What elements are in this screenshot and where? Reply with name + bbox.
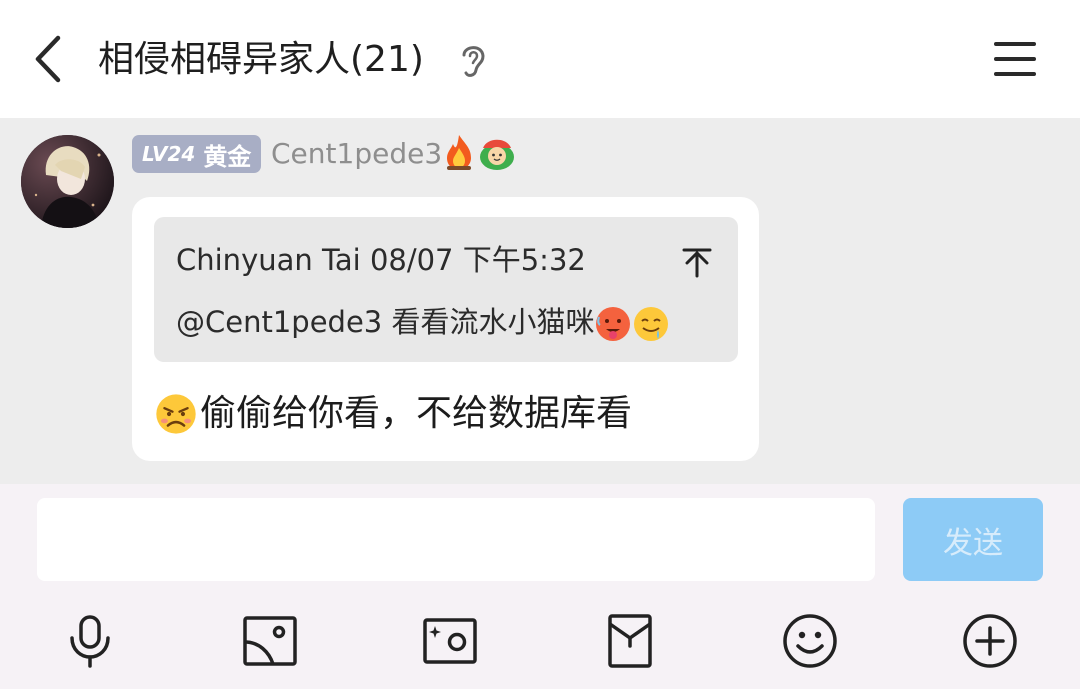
top-bar: 相侵相碍异家人(21) [0, 0, 1080, 118]
chevron-left-icon[interactable] [28, 32, 72, 86]
message-list[interactable]: LV24 黄金 Cent1pede3 Chinyuan Tai 08/07 下午… [0, 118, 1080, 484]
avatar-image [21, 135, 114, 228]
rank-label: 黄金 [203, 142, 252, 171]
image-icon[interactable] [241, 612, 299, 670]
chat-title: 相侵相碍异家人(21) [98, 39, 424, 80]
hot-face-emoji [596, 307, 631, 341]
red-envelope-icon[interactable] [601, 612, 659, 670]
quote-text: @Cent1pede3 看看流水小猫咪 [176, 305, 595, 339]
quote-text-row: @Cent1pede3 看看流水小猫咪 [176, 301, 670, 343]
composer: 发送 [0, 484, 1080, 689]
fire-emblem-icon [447, 135, 471, 170]
camera-icon[interactable] [421, 612, 479, 670]
smiley-icon[interactable] [781, 612, 839, 670]
message-text: 偷偷给你看，不给数据库看 [200, 393, 633, 434]
plus-circle-icon[interactable] [961, 612, 1019, 670]
hamburger-menu-icon[interactable] [992, 36, 1038, 82]
level-label: LV24 [142, 142, 196, 166]
pouting-face-emoji [156, 394, 196, 434]
ear-icon[interactable] [456, 40, 490, 80]
message-text-row: 偷偷给你看，不给数据库看 [154, 390, 632, 438]
send-button[interactable]: 发送 [903, 498, 1043, 581]
avatar[interactable] [21, 135, 114, 228]
microphone-icon[interactable] [61, 612, 119, 670]
quoted-message[interactable]: Chinyuan Tai 08/07 下午5:32 @Cent1pede3 看看… [154, 217, 738, 362]
sender-name[interactable]: Cent1pede3 [271, 133, 442, 175]
green-face-emblem-icon [480, 139, 514, 170]
message-bubble[interactable]: Chinyuan Tai 08/07 下午5:32 @Cent1pede3 看看… [132, 197, 759, 461]
scroll-to-top-icon[interactable] [680, 245, 714, 279]
drooling-face-emoji [634, 307, 669, 341]
quote-meta: Chinyuan Tai 08/07 下午5:32 [176, 243, 586, 277]
level-badge: LV24 黄金 [132, 135, 262, 173]
message-input[interactable] [37, 498, 875, 581]
